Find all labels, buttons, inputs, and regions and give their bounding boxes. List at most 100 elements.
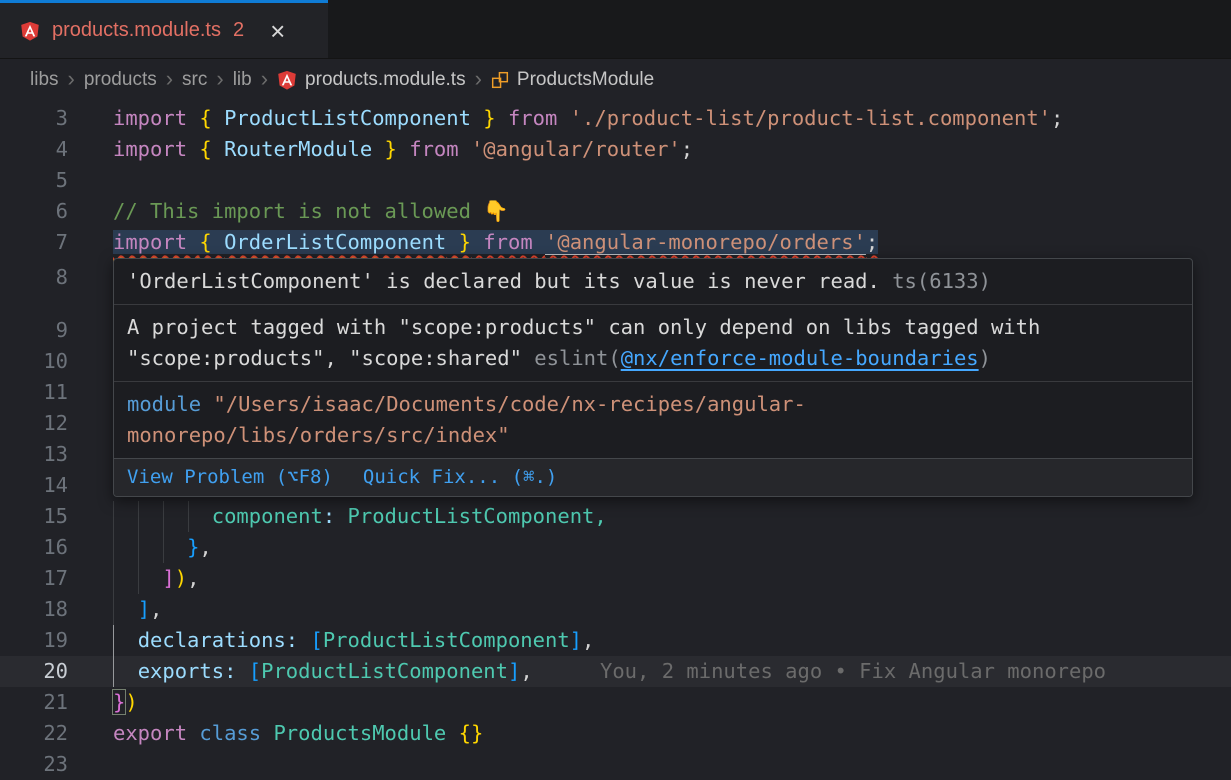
code-text: declarations: [ProductListComponent], bbox=[113, 625, 594, 656]
line-number[interactable]: 4 bbox=[0, 134, 68, 165]
hover-section: 'OrderListComponent' is declared but its… bbox=[114, 259, 1192, 304]
chevron-right-icon: › bbox=[68, 69, 75, 89]
breadcrumb-item-src[interactable]: src bbox=[182, 69, 207, 91]
code-token: component bbox=[212, 504, 323, 528]
hover-text-row: 'OrderListComponent' is declared but its… bbox=[127, 266, 1179, 297]
code-line[interactable]: 5 bbox=[0, 165, 1231, 196]
line-number[interactable]: 22 bbox=[0, 718, 68, 749]
code-line[interactable]: 18 ], bbox=[0, 594, 1231, 625]
line-number[interactable]: 18 bbox=[0, 594, 68, 625]
line-number[interactable]: 21 bbox=[0, 687, 68, 718]
code-token: [ bbox=[249, 659, 261, 683]
line-number[interactable]: 11 bbox=[0, 377, 68, 408]
line-number[interactable]: 10 bbox=[0, 346, 68, 377]
code-line[interactable]: 21}) bbox=[0, 687, 1231, 718]
code-token: RouterModule bbox=[224, 137, 372, 161]
chevron-right-icon: › bbox=[166, 69, 173, 89]
hover-popup: 'OrderListComponent' is declared but its… bbox=[113, 258, 1193, 497]
code-token: ; bbox=[866, 230, 878, 254]
line-number[interactable]: 5 bbox=[0, 165, 68, 196]
close-icon[interactable]: × bbox=[270, 18, 285, 44]
hover-section: module "/Users/isaac/Documents/code/nx-r… bbox=[114, 381, 1192, 458]
indent-guide bbox=[113, 625, 114, 687]
line-number[interactable]: 12 bbox=[0, 408, 68, 439]
code-text: ], bbox=[113, 594, 162, 625]
tab-products-module[interactable]: products.module.ts 2 × bbox=[0, 0, 328, 58]
code-token: ProductListComponent bbox=[224, 106, 471, 130]
breadcrumb-item-lib[interactable]: lib bbox=[233, 69, 252, 91]
code-line[interactable]: 6 // This import is not allowed 👇 bbox=[0, 196, 1231, 227]
angular-icon bbox=[20, 21, 40, 41]
breadcrumb-item-products[interactable]: products bbox=[84, 69, 157, 91]
code-token: [ bbox=[310, 628, 322, 652]
code-line[interactable]: 22export class ProductsModule {} bbox=[0, 718, 1231, 749]
line-number[interactable]: 8 bbox=[0, 262, 68, 293]
code-token: 'OrderListComponent' is declared but its… bbox=[127, 269, 880, 293]
code-text: import { ProductListComponent } from './… bbox=[113, 103, 1063, 134]
chevron-right-icon: › bbox=[216, 69, 223, 89]
breadcrumb-label: src bbox=[182, 69, 207, 91]
code-line[interactable]: 17 ]), bbox=[0, 563, 1231, 594]
breadcrumb-label: ProductsModule bbox=[517, 69, 654, 91]
line-number[interactable]: 23 bbox=[0, 749, 68, 780]
code-token bbox=[113, 628, 138, 652]
view-problem-button[interactable]: View Problem (⌥F8) bbox=[127, 462, 333, 493]
code-token: class bbox=[199, 721, 273, 745]
code-token: ] bbox=[570, 628, 582, 652]
line-number[interactable]: 16 bbox=[0, 532, 68, 563]
code-token: , bbox=[594, 504, 606, 528]
line-number[interactable]: 9 bbox=[0, 315, 68, 346]
breadcrumb-item-products.module.ts[interactable]: products.module.ts bbox=[277, 69, 466, 91]
line-number[interactable]: 15 bbox=[0, 501, 68, 532]
code-token: ProductListComponent bbox=[261, 659, 508, 683]
hover-text-row: module "/Users/isaac/Documents/code/nx-r… bbox=[127, 389, 1179, 420]
code-text: ]), bbox=[113, 563, 199, 594]
code-line[interactable]: 3 import { ProductListComponent } from '.… bbox=[0, 103, 1231, 134]
code-token: {} bbox=[459, 721, 484, 745]
code-editor[interactable]: 'OrderListComponent' is declared but its… bbox=[0, 100, 1231, 780]
angular-icon bbox=[277, 70, 297, 90]
hover-text-row: "scope:products", "scope:shared" eslint(… bbox=[127, 343, 1179, 374]
line-number[interactable]: 20 bbox=[0, 656, 68, 687]
breadcrumb-item-productsmodule[interactable]: ProductsModule bbox=[491, 69, 654, 91]
indent-guide bbox=[138, 501, 139, 594]
eslint-rule-link[interactable]: @nx/enforce-module-boundaries bbox=[621, 346, 979, 370]
code-line[interactable]: 16 }, bbox=[0, 532, 1231, 563]
line-number[interactable]: 17 bbox=[0, 563, 68, 594]
quick-fix-button[interactable]: Quick Fix... (⌘.) bbox=[363, 462, 557, 493]
code-line[interactable]: 4import { RouterModule } from '@angular/… bbox=[0, 134, 1231, 165]
code-token: : bbox=[286, 628, 311, 652]
line-number[interactable]: 3 bbox=[0, 103, 68, 134]
code-token: ) bbox=[125, 690, 137, 714]
code-line[interactable]: 23 bbox=[0, 749, 1231, 780]
code-token: , bbox=[520, 659, 532, 683]
code-token: ] bbox=[138, 597, 150, 621]
code-line[interactable]: 7import { OrderListComponent } from '@an… bbox=[0, 227, 1231, 258]
chevron-right-icon: › bbox=[475, 69, 482, 89]
code-token: ; bbox=[1051, 106, 1063, 130]
indent-guide bbox=[188, 501, 189, 532]
code-line[interactable]: 20 exports: [ProductListComponent],You, … bbox=[0, 656, 1231, 687]
line-number[interactable]: 7 bbox=[0, 227, 68, 258]
code-line[interactable]: 19 declarations: [ProductListComponent], bbox=[0, 625, 1231, 656]
code-token: eslint( bbox=[534, 346, 620, 370]
code-token: { bbox=[199, 106, 224, 130]
tab-title: products.module.ts bbox=[52, 19, 221, 42]
code-line[interactable]: 15 component: ProductListComponent, bbox=[0, 501, 1231, 532]
line-number[interactable]: 19 bbox=[0, 625, 68, 656]
line-number[interactable]: 14 bbox=[0, 470, 68, 501]
line-number[interactable]: 13 bbox=[0, 439, 68, 470]
code-token: // This import is not allowed bbox=[113, 199, 483, 223]
module-path-link[interactable]: '@angular-monorepo/orders' bbox=[545, 230, 866, 254]
breadcrumb-item-libs[interactable]: libs bbox=[30, 69, 59, 91]
code-text: // This import is not allowed 👇 bbox=[113, 196, 509, 227]
line-number[interactable]: 6 bbox=[0, 196, 68, 227]
code-token: import bbox=[113, 137, 199, 161]
code-token: exports bbox=[138, 659, 224, 683]
code-token: '@angular/router' bbox=[471, 137, 681, 161]
code-token: './product-list/product-list.component' bbox=[570, 106, 1051, 130]
code-token: OrderListComponent bbox=[224, 230, 446, 254]
code-token: monorepo/libs/orders/src/index" bbox=[127, 423, 510, 447]
vscode-editor-window: products.module.ts 2 × libs › products › src… bbox=[0, 0, 1231, 780]
breadcrumb-label: products bbox=[84, 69, 157, 91]
